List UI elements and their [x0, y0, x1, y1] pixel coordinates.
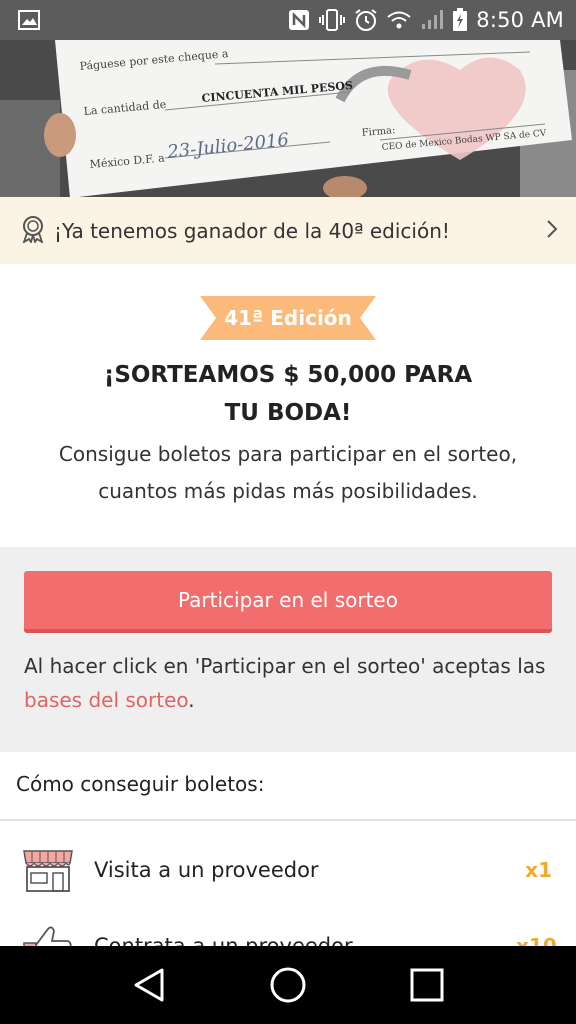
thumbs-up-icon — [0, 923, 94, 946]
page-title: ¡SORTEAMOS $ 50,000 PARA TU BODA! — [40, 356, 536, 432]
participate-section: Participar en el sorteo Al hacer click e… — [0, 547, 576, 752]
hero-image: Páguese por este cheque a La cantidad de… — [0, 40, 576, 197]
award-icon — [20, 215, 46, 247]
winner-banner-text: ¡Ya tenemos ganador de la 40ª edición! — [54, 218, 450, 243]
home-icon[interactable] — [258, 955, 318, 1015]
wifi-icon — [386, 10, 412, 30]
how-to-title: Cómo conseguir boletos: — [16, 772, 265, 796]
list-item-label: Contrata a un proveedor — [94, 934, 353, 946]
headline-line-1: ¡SORTEAMOS $ 50,000 PARA — [103, 362, 473, 388]
nfc-icon — [288, 9, 310, 31]
alarm-icon — [354, 8, 378, 32]
storefront-icon — [0, 847, 94, 893]
participate-button[interactable]: Participar en el sorteo — [24, 571, 552, 633]
terms-suffix: . — [188, 688, 195, 712]
terms-text: Al hacer click en 'Participar en el sort… — [24, 649, 554, 717]
edition-badge: 41ª Edición — [200, 296, 376, 340]
multiplier-badge: x1 — [525, 858, 552, 882]
chevron-right-icon — [546, 216, 558, 246]
divider — [0, 819, 576, 821]
headline-line-2: TU BODA! — [224, 400, 352, 426]
clock-time: 8:50 AM — [476, 8, 564, 32]
back-icon[interactable] — [119, 955, 179, 1015]
signal-icon — [420, 9, 444, 31]
edition-badge-label: 41ª Edición — [224, 306, 352, 330]
winner-banner[interactable]: ¡Ya tenemos ganador de la 40ª edición! — [0, 197, 576, 264]
list-item[interactable]: Visita a un proveedor x1 — [0, 836, 576, 904]
terms-link[interactable]: bases del sorteo — [24, 688, 188, 712]
navigation-bar — [0, 946, 576, 1024]
terms-prefix: Al hacer click en 'Participar en el sort… — [24, 654, 546, 678]
battery-icon — [452, 8, 468, 32]
recents-icon[interactable] — [397, 955, 457, 1015]
list-item[interactable]: Contrata a un proveedor x10 — [0, 912, 576, 946]
image-icon — [18, 10, 40, 30]
edition-description: Consigue boletos para participar en el s… — [58, 442, 518, 503]
edition-section: 41ª Edición ¡SORTEAMOS $ 50,000 PARA TU … — [0, 264, 576, 547]
how-to-section: Cómo conseguir boletos: Visita a un prov… — [0, 752, 576, 946]
list-item-label: Visita a un proveedor — [94, 858, 319, 882]
multiplier-badge: x10 — [516, 934, 557, 946]
vibrate-icon — [318, 9, 346, 31]
status-bar: 8:50 AM — [0, 0, 576, 40]
